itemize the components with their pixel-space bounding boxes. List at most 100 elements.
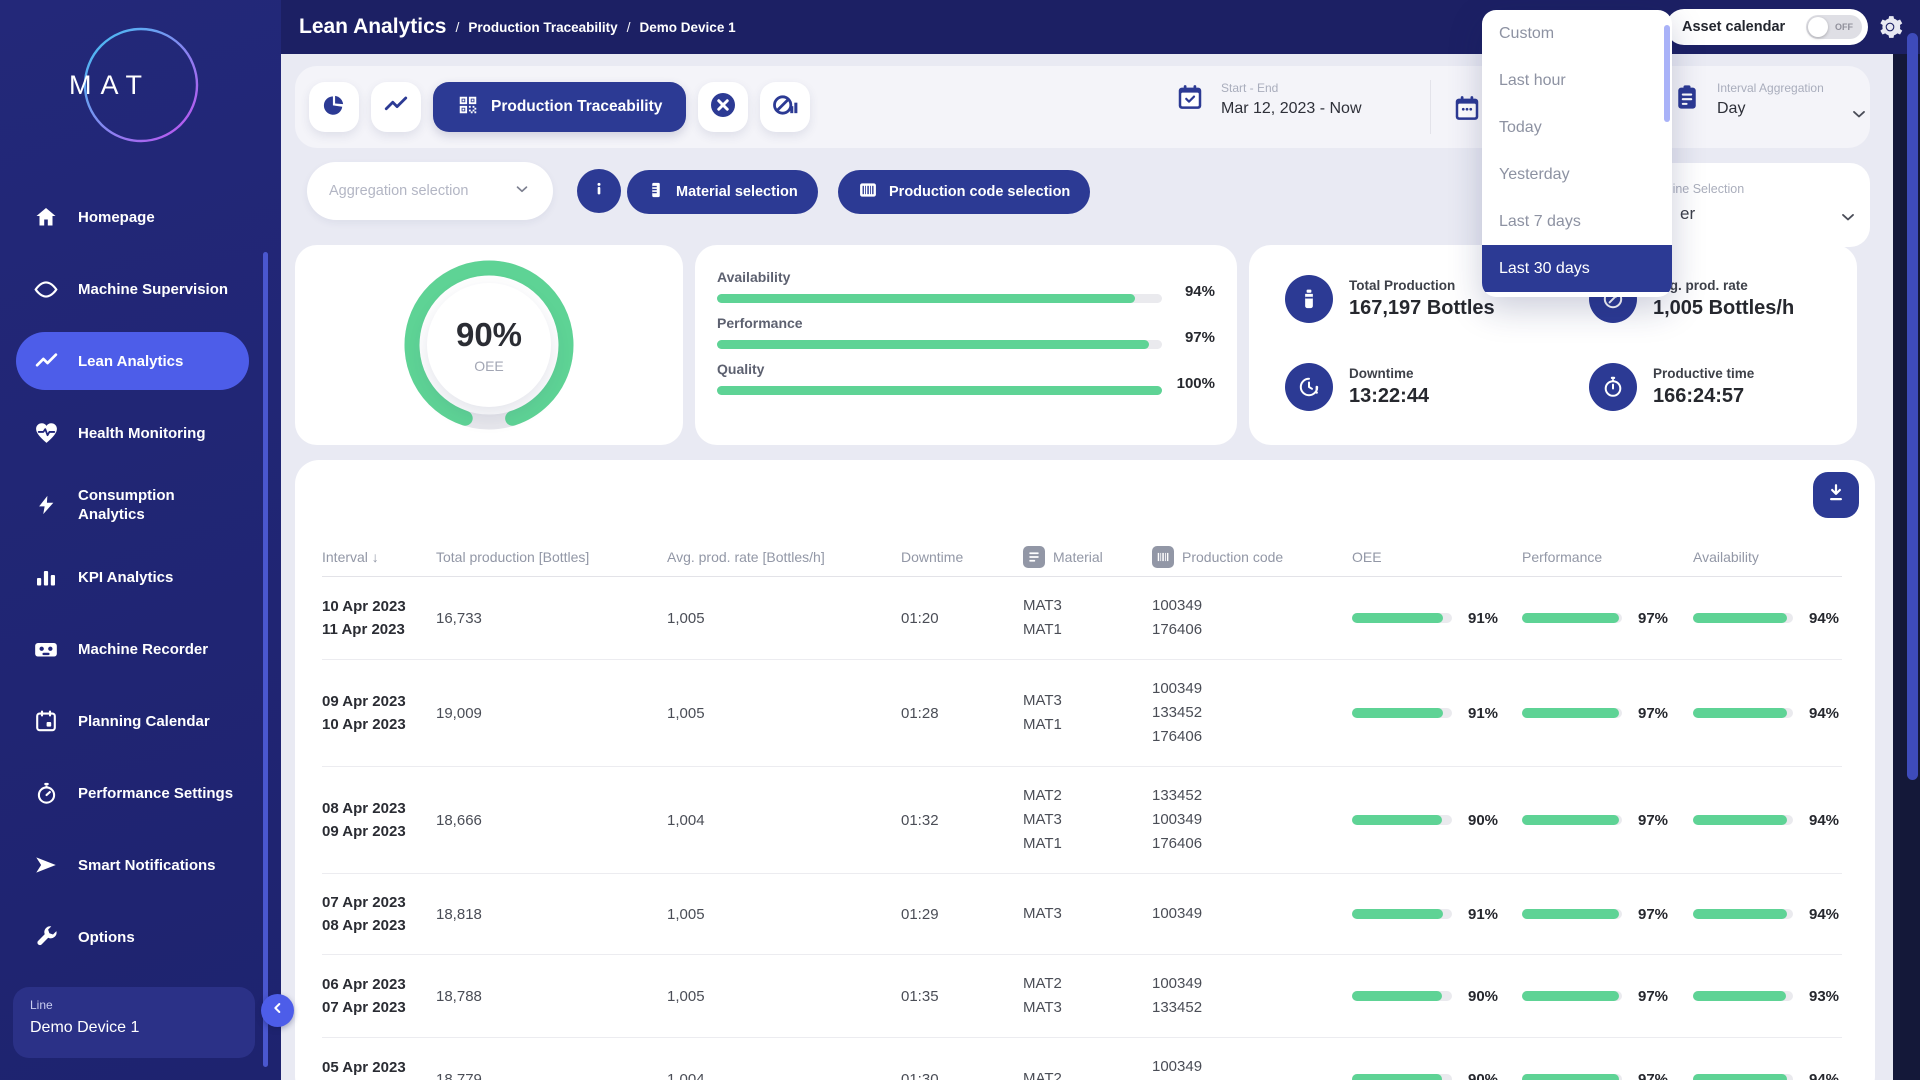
- interval-aggregation-field[interactable]: Interval Aggregation Day: [1673, 81, 1824, 118]
- preset-option-last-7-days[interactable]: Last 7 days: [1482, 198, 1672, 245]
- percent-cell: 97%: [1522, 906, 1693, 923]
- sidebar-item-smart-notifications[interactable]: Smart Notifications: [16, 836, 249, 894]
- device-selector[interactable]: Line Demo Device 1: [13, 987, 255, 1058]
- preset-option-today[interactable]: Today: [1482, 104, 1672, 151]
- percent-value: 93%: [1809, 988, 1839, 1005]
- date-range-value: Mar 12, 2023 - Now: [1221, 100, 1362, 118]
- breadcrumb-root[interactable]: Lean Analytics: [299, 15, 446, 39]
- interval-aggregation-value: Day: [1717, 100, 1824, 118]
- percent-bar-track: [1522, 613, 1622, 623]
- percent-bar-track: [1352, 815, 1452, 825]
- column-interval[interactable]: Interval ↓: [322, 549, 436, 565]
- cell-availability: 94%: [1693, 906, 1842, 923]
- sidebar-item-machine-recorder[interactable]: Machine Recorder: [16, 620, 249, 678]
- traceability-table-card: Interval ↓Total production [Bottles]Avg.…: [295, 460, 1875, 1080]
- preset-option-last-hour[interactable]: Last hour: [1482, 57, 1672, 104]
- sidebar-item-machine-supervision[interactable]: Machine Supervision: [16, 260, 249, 318]
- cell-production-codes: 133452100349176406: [1152, 784, 1352, 856]
- cell-downtime: 01:20: [901, 610, 1023, 627]
- dropdown-scrollbar[interactable]: [1664, 25, 1670, 122]
- bolt-icon: [33, 492, 59, 518]
- sidebar-item-lean-analytics[interactable]: Lean Analytics: [16, 332, 249, 390]
- stat-value: 166:24:57: [1653, 385, 1754, 408]
- table-row: 06 Apr 202307 Apr 202318,7881,00501:35MA…: [322, 955, 1842, 1038]
- percent-value: 94%: [1809, 705, 1839, 722]
- column-production-code[interactable]: Production code: [1152, 546, 1352, 568]
- cell-production-codes: 100349133452: [1152, 972, 1352, 1020]
- percent-cell: 93%: [1693, 988, 1842, 1005]
- percent-value: 97%: [1638, 1071, 1668, 1080]
- column-oee[interactable]: OEE: [1352, 549, 1522, 565]
- send-icon: [33, 852, 59, 878]
- percent-value: 94%: [1809, 610, 1839, 627]
- percent-cell: 94%: [1693, 705, 1842, 722]
- cell-downtime: 01:32: [901, 812, 1023, 829]
- kpi-bar-value: 100%: [1177, 375, 1215, 392]
- percent-bar-track: [1693, 1074, 1793, 1080]
- sidebar-item-health-monitoring[interactable]: Health Monitoring: [16, 404, 249, 462]
- sidebar-scrollbar[interactable]: [263, 252, 268, 1067]
- cell-interval: 07 Apr 202308 Apr 2023: [322, 891, 436, 937]
- percent-bar-fill: [1352, 815, 1442, 825]
- sidebar-item-consumption-analytics[interactable]: Consumption Analytics: [16, 476, 249, 534]
- sidebar-item-kpi-analytics[interactable]: KPI Analytics: [16, 548, 249, 606]
- breadcrumb-section[interactable]: Production Traceability: [468, 20, 617, 35]
- breadcrumb: Lean Analytics / Production Traceability…: [299, 0, 736, 54]
- sidebar-item-planning-calendar[interactable]: Planning Calendar: [16, 692, 249, 750]
- percent-bar-fill: [1522, 815, 1619, 825]
- preset-option-last-30-days[interactable]: Last 30 days: [1482, 245, 1672, 292]
- date-preset-button[interactable]: [1452, 93, 1482, 128]
- table-row: 05 Apr 202306 Apr 202318,7791,00401:30MA…: [322, 1038, 1842, 1080]
- column-performance[interactable]: Performance: [1522, 549, 1693, 565]
- sidebar-item-label: Performance Settings: [78, 784, 233, 803]
- sidebar-item-homepage[interactable]: Homepage: [16, 188, 249, 246]
- sidebar-item-performance-settings[interactable]: Performance Settings: [16, 764, 249, 822]
- breadcrumb-device[interactable]: Demo Device 1: [640, 20, 736, 35]
- sidebar-collapse-button[interactable]: [261, 994, 294, 1027]
- trend-chart-tab[interactable]: [371, 82, 421, 132]
- oee-value: 90%: [456, 316, 522, 354]
- sidebar-item-label: Homepage: [78, 208, 155, 227]
- material-selection-button[interactable]: Material selection: [627, 170, 818, 214]
- stat-value: 167,197 Bottles: [1349, 297, 1495, 320]
- percent-bar-track: [1693, 909, 1793, 919]
- chevron-down-icon: [1849, 104, 1869, 129]
- table-row: 10 Apr 202311 Apr 202316,7331,00501:20MA…: [322, 577, 1842, 660]
- column-downtime[interactable]: Downtime: [901, 549, 1023, 565]
- cell-materials: MAT2MAT3: [1023, 972, 1152, 1020]
- cell-avg-prod-rate: 1,005: [667, 610, 901, 627]
- cell-total-production: 19,009: [436, 705, 667, 722]
- preset-option-custom[interactable]: Custom: [1482, 10, 1672, 57]
- cell-oee: 91%: [1352, 705, 1522, 722]
- kpi-bar-quality: Quality100%: [717, 361, 1215, 395]
- date-range-field[interactable]: Start - End Mar 12, 2023 - Now: [1175, 81, 1362, 118]
- download-button[interactable]: [1813, 472, 1859, 518]
- info-button[interactable]: [577, 169, 621, 213]
- aggregation-selection-dropdown[interactable]: Aggregation selection: [307, 162, 553, 220]
- close-circle-icon: [707, 89, 739, 126]
- percent-value: 90%: [1468, 988, 1498, 1005]
- cassette-icon: [33, 636, 59, 662]
- percent-bar-track: [1693, 613, 1793, 623]
- kpi-bar-track: [717, 340, 1162, 349]
- machine-selection-value: er: [1680, 204, 1695, 224]
- production-code-selection-button[interactable]: Production code selection: [838, 170, 1090, 214]
- heart-pulse-icon: [33, 420, 59, 446]
- oee-gauge-card: 90% OEE: [295, 245, 683, 445]
- pie-chart-tab[interactable]: [309, 82, 359, 132]
- sidebar-item-options[interactable]: Options: [16, 908, 249, 966]
- percent-bar-fill: [1522, 1074, 1619, 1080]
- preset-option-yesterday[interactable]: Yesterday: [1482, 151, 1672, 198]
- device-selector-label: Line: [30, 998, 255, 1012]
- settings-gear-icon[interactable]: [1877, 14, 1903, 40]
- asset-calendar-toggle[interactable]: OFF: [1806, 15, 1862, 39]
- production-traceability-tab[interactable]: Production Traceability: [433, 82, 686, 132]
- column-material[interactable]: Material: [1023, 546, 1152, 568]
- column-availability[interactable]: Availability: [1693, 549, 1842, 565]
- column-avg-prod-rate[interactable]: Avg. prod. rate [Bottles/h]: [667, 549, 901, 565]
- report-chart-tab[interactable]: [760, 82, 810, 132]
- page-scrollbar-thumb[interactable]: [1907, 33, 1918, 780]
- column-total-production[interactable]: Total production [Bottles]: [436, 549, 667, 565]
- close-view-tab[interactable]: [698, 82, 748, 132]
- cell-interval: 06 Apr 202307 Apr 2023: [322, 973, 436, 1019]
